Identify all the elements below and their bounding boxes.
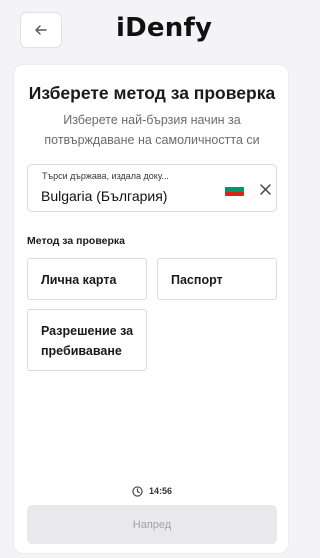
country-field-value: Bulgaria (България) — [41, 188, 168, 204]
back-button[interactable] — [20, 12, 62, 48]
country-field-placeholder: Търси държава, издала доку... — [42, 171, 169, 181]
option-passport-label: Паспорт — [171, 273, 223, 287]
next-button[interactable]: Напред — [27, 505, 277, 544]
bulgaria-flag-icon — [225, 183, 244, 196]
method-label: Метод за проверка — [27, 235, 125, 247]
page-subtitle: Изберете най-бързия начин за потвърждава… — [44, 113, 260, 147]
top-bar: iDenfy — [0, 0, 300, 60]
idenfy-logo: iDenfy — [116, 13, 213, 43]
clear-country-button[interactable] — [257, 181, 273, 197]
page-title: Изберете метод за проверка — [28, 83, 276, 103]
close-icon — [259, 183, 271, 195]
option-residence-permit[interactable]: Разрешение за пребиваване — [27, 309, 147, 371]
clock-icon — [132, 485, 143, 497]
flag-stripe-red — [225, 191, 244, 196]
option-id-card-label: Лична карта — [41, 273, 117, 287]
arrow-left-icon — [35, 25, 47, 35]
timer-value: 14:56 — [148, 486, 173, 496]
session-timer: 14:56 — [14, 483, 290, 499]
option-id-card[interactable]: Лична карта — [27, 258, 147, 300]
country-select-field[interactable]: Търси държава, издала доку... Bulgaria (… — [27, 164, 277, 212]
verification-card: Изберете метод за проверка Изберете най-… — [13, 64, 289, 554]
option-passport[interactable]: Паспорт — [157, 258, 277, 300]
option-residence-permit-label: Разрешение за пребиваване — [41, 324, 134, 358]
